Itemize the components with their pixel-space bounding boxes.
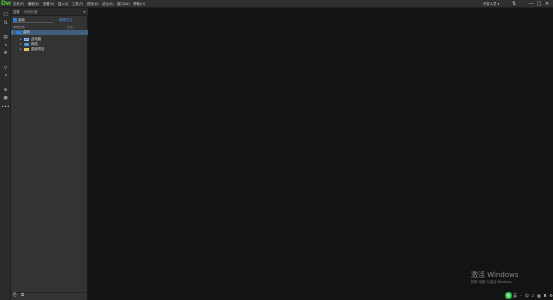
validate-icon[interactable]: ▽ [1,66,10,72]
site-selector-row: 桌面 管理站点 [11,17,88,24]
desktop-icon [13,18,17,22]
settings-icon[interactable]: ⚙ [548,292,553,299]
tool-bar: ▢ ⇅ ▤ ↘ ✥ ▽ ↗ ≣ ▣ ••• [0,8,11,300]
window-controls: — □ ✕ [527,0,551,8]
tab-snippets[interactable]: 代码片断 [24,8,38,16]
menu-file[interactable]: 文件(F) [13,0,24,8]
files-panel: 文件 代码片断 ≡ 桌面 管理站点 本地文件 大小 ▾ 桌面 ▸ 此电脑 ▸ 网… [11,8,88,300]
watermark-subtitle: 转到"设置"以激活 Windows。 [471,280,515,284]
app-logo: Dw [1,0,11,7]
code-navigator-icon[interactable]: ✥ [1,51,10,57]
computer-icon [24,37,29,42]
more-tools-icon[interactable]: ••• [1,105,10,111]
connect-icon[interactable]: ⎘ [13,293,17,299]
manage-sites-link[interactable]: 管理站点 [59,18,73,23]
live-view-icon[interactable]: ▤ [1,35,10,41]
menu-tools[interactable]: 工具(T) [72,0,84,8]
panel-menu-icon[interactable]: ≡ [83,8,86,16]
panel-tabs: 文件 代码片断 ≡ [11,8,88,16]
tree-item-desktop-project[interactable]: ▸ 桌面项目 [20,47,45,52]
watermark-title: 激活 Windows [471,271,519,279]
log-icon[interactable]: ⧉ [21,293,24,299]
apply-comment-icon[interactable]: ▣ [1,96,10,102]
folder-icon [24,47,29,52]
file-management-icon[interactable]: ⇅ [1,21,10,27]
menu-bar: Dw 文件(F) 编辑(E) 查看(V) 插入(I) 工具(T) 查找(D) 站… [0,0,553,8]
menu-help[interactable]: 帮助(H) [133,0,145,8]
inspect-icon[interactable]: ↘ [1,43,10,49]
tab-files[interactable]: 文件 [13,8,20,16]
menu-find[interactable]: 查找(D) [87,0,99,8]
menu-insert[interactable]: 插入(I) [58,0,68,8]
workspace-switcher[interactable]: 开发人员 ▾ [483,2,499,7]
close-button[interactable]: ✕ [543,0,551,8]
tree-root-row[interactable]: ▾ 桌面 [11,30,88,35]
site-dropdown-label: 桌面 [18,18,25,22]
open-document-icon[interactable]: ▢ [1,12,10,18]
wechat-icon[interactable]: 微 [505,292,512,299]
sync-settings-icon[interactable]: ⇅ [512,0,516,8]
menu-edit[interactable]: 编辑(E) [28,0,40,8]
menu-view[interactable]: 查看(V) [43,0,55,8]
network-icon [24,42,29,47]
menu-site[interactable]: 站点(S) [102,0,114,8]
panel-footer: ⎘ ⧉ [11,292,88,300]
tree-item-label: 桌面项目 [31,47,45,51]
format-source-icon[interactable]: ≣ [1,88,10,94]
maximize-button[interactable]: □ [535,0,543,8]
activation-watermark: 激活 Windows 转到"设置"以激活 Windows。 [471,271,518,285]
minimize-button[interactable]: — [527,0,535,8]
document-area[interactable] [89,8,553,300]
wrap-tag-icon[interactable]: ↗ [1,74,10,80]
desktop-folder-icon [16,30,21,35]
main-menu: 文件(F) 编辑(E) 查看(V) 插入(I) 工具(T) 查找(D) 站点(S… [13,0,149,8]
menu-window[interactable]: 窗口(W) [117,0,130,8]
tree-root-label: 桌面 [23,30,30,34]
site-dropdown[interactable]: 桌面 [13,18,53,23]
system-tray: 微 英 · ☺ ♪ ▦ ♜ ⚙ [505,291,553,300]
